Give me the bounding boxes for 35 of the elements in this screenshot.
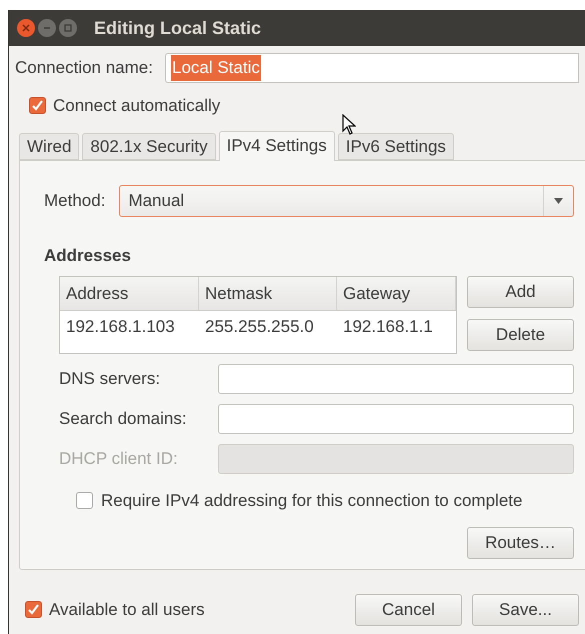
method-dropdown[interactable]: Manual [119, 184, 574, 216]
field-label: DHCP client ID: [59, 448, 179, 470]
button[interactable]: Delete [467, 319, 574, 351]
table-cell-text: 192.168.1.103 [65, 316, 176, 338]
window-title: Editing Local Static [94, 16, 262, 40]
checkbox[interactable] [29, 97, 46, 114]
tab[interactable]: Wired [19, 132, 80, 160]
checkbox[interactable] [25, 601, 42, 618]
field-label: Method: [44, 190, 106, 212]
column-header[interactable]: Address [60, 277, 199, 310]
column-header[interactable]: Gateway [337, 277, 456, 310]
field-label: Search domains: [59, 408, 188, 430]
field-label: DNS servers: [59, 368, 162, 390]
button[interactable]: Cancel [355, 594, 462, 626]
checkbox-label: Available to all users [49, 598, 206, 621]
close-icon[interactable] [17, 19, 35, 37]
checkbox-label: Require IPv4 addressing for this connection to complete [101, 490, 522, 512]
minimize-icon[interactable] [38, 19, 56, 37]
checkbox-label: Connect automatically [53, 95, 220, 117]
routes-button[interactable]: Routes… [467, 526, 574, 558]
tab[interactable]: IPv6 Settings [338, 132, 454, 160]
section-heading: Addresses [44, 244, 132, 266]
column-header[interactable]: Netmask [199, 277, 337, 310]
maximize-icon[interactable] [59, 19, 77, 37]
input-field[interactable] [218, 364, 574, 394]
button[interactable]: Save... [472, 594, 579, 626]
table-cell-text: 192.168.1.1 [342, 316, 434, 338]
field-label: Connection name: [15, 57, 153, 80]
table-cell-text: 255.255.255.0 [204, 316, 315, 338]
input-field[interactable] [218, 404, 574, 434]
tab[interactable]: IPv4 Settings [218, 130, 335, 160]
button[interactable]: Add [467, 276, 574, 308]
checkbox[interactable] [76, 492, 93, 510]
tab[interactable]: 802.1x Security [82, 132, 216, 160]
cursor-icon [342, 114, 356, 136]
